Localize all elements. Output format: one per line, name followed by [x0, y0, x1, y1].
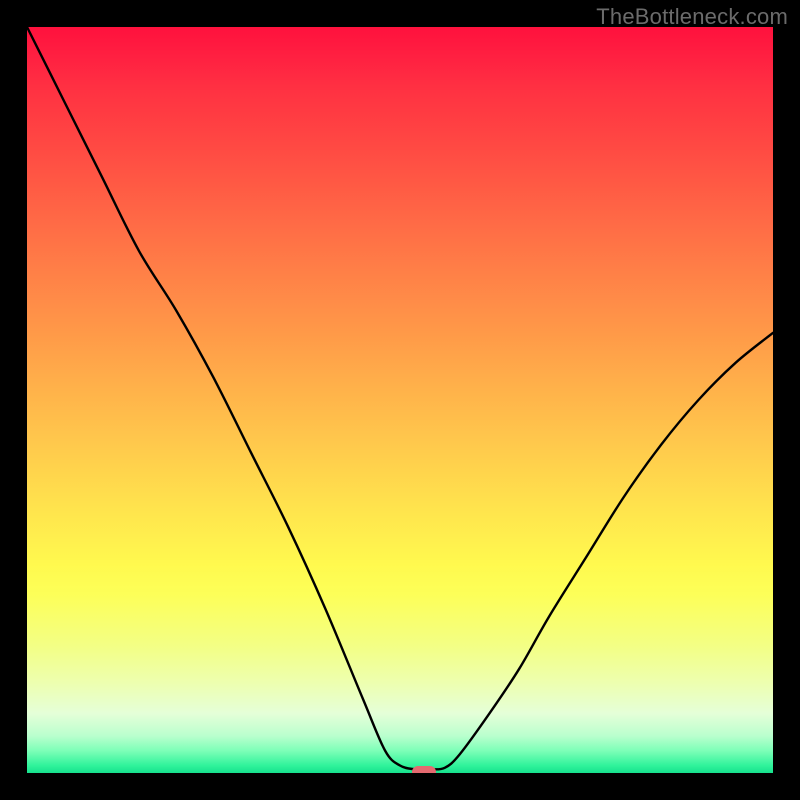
- chart-container: TheBottleneck.com: [0, 0, 800, 800]
- bottleneck-curve: [27, 27, 773, 773]
- minimum-marker: [412, 766, 436, 774]
- watermark: TheBottleneck.com: [596, 4, 788, 30]
- plot-area: [27, 27, 773, 773]
